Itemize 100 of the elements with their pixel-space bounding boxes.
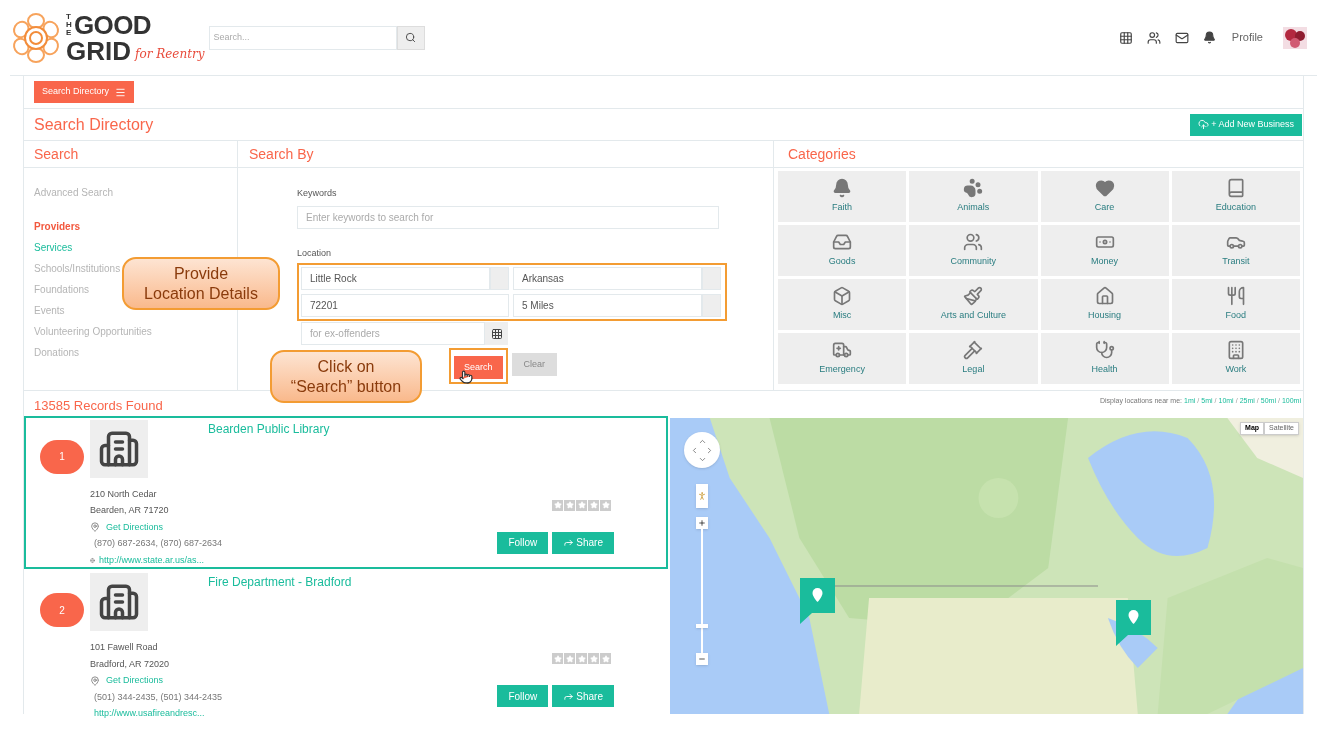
filter-link[interactable]: Volunteering Opportunities <box>34 324 152 345</box>
address-line: Bearden, AR 71720 <box>90 504 170 517</box>
search-directory-button[interactable]: Search Directory <box>34 81 135 103</box>
filter-link[interactable]: Events <box>34 303 65 324</box>
plus-icon <box>698 519 706 527</box>
zoom-out-button[interactable] <box>696 653 708 665</box>
category-tile[interactable]: Transit <box>1171 225 1300 276</box>
cloud-upload-icon <box>1198 119 1210 130</box>
share-button[interactable]: Share <box>552 685 614 707</box>
filter-link[interactable]: Advanced Search <box>34 185 113 206</box>
star-icon <box>588 653 599 664</box>
pin-icon <box>90 675 100 686</box>
filter-link[interactable]: Services <box>34 240 73 261</box>
logo-text: THE <box>66 12 73 37</box>
category-tile[interactable]: Legal <box>909 333 1038 384</box>
search-field[interactable]: Search... <box>208 25 397 50</box>
minus-icon <box>698 655 706 663</box>
category-tile[interactable]: Community <box>909 225 1038 276</box>
radius-field[interactable]: 5 Miles <box>513 294 702 317</box>
paw-icon <box>963 178 984 199</box>
follow-button[interactable]: Follow <box>497 531 549 554</box>
logo-tagline: for Reentry <box>135 47 205 60</box>
map-marker-icon[interactable] <box>800 578 835 624</box>
bell-icon[interactable] <box>1202 31 1216 44</box>
star-icon <box>600 653 611 664</box>
building-icon <box>90 573 148 631</box>
keywords-field[interactable]: Enter keywords to search for <box>297 205 719 229</box>
star-rating[interactable] <box>552 653 611 664</box>
star-rating[interactable] <box>552 499 611 511</box>
category-tile[interactable]: Misc <box>778 279 907 330</box>
chevron-right-icon <box>705 445 714 455</box>
filter-link[interactable]: Donations <box>34 345 80 366</box>
clear-button[interactable]: Clear <box>511 353 558 376</box>
state-field[interactable]: Arkansas <box>513 267 702 290</box>
callout-bubble: Provide Location Details <box>122 257 280 310</box>
result-title[interactable]: Bearden Public Library <box>208 419 666 438</box>
globe-icon <box>90 555 95 565</box>
hand-cursor-icon <box>459 370 473 384</box>
house-icon <box>1094 286 1115 307</box>
logo-text: GRID <box>66 37 131 64</box>
category-tile[interactable]: Work <box>1171 333 1300 384</box>
category-tile[interactable]: Arts and Culture <box>909 279 1038 330</box>
profile-link[interactable]: Profile <box>1231 29 1263 46</box>
directions-link[interactable]: Get Directions <box>106 520 164 534</box>
city-field[interactable]: Little Rock <box>301 267 490 290</box>
menu-icon <box>115 86 127 98</box>
add-business-button[interactable]: + Add New Business <box>1190 113 1302 136</box>
category-tile[interactable]: Care <box>1040 171 1169 222</box>
tag-field[interactable]: for ex-offenders <box>301 322 485 345</box>
filter-link[interactable]: Schools/Institutions <box>34 261 121 282</box>
records-count: 13585 Records Found <box>34 397 164 415</box>
result-card[interactable]: 1 210 North Cedar Bearden, AR 71720 Get Directions (870) 687-2634, (870) 687-2634 http://www.state.ar.us/as... Bearden Public Library Follow Share <box>24 415 668 569</box>
dropdown-toggle[interactable] <box>702 267 721 290</box>
phone-number: (870) 687-2634, (870) 687-2634 <box>94 537 223 550</box>
tray-icon <box>832 232 853 253</box>
category-tile[interactable]: Health <box>1040 333 1169 384</box>
share-button[interactable]: Share <box>552 531 614 554</box>
star-icon <box>552 499 563 511</box>
search-icon <box>405 32 417 43</box>
map-marker-icon[interactable] <box>1116 600 1151 646</box>
website-link[interactable]: http://www.state.ar.us/as... <box>98 553 204 567</box>
filter-link[interactable]: Providers <box>34 219 81 240</box>
category-tile[interactable]: Money <box>1040 225 1169 276</box>
pegman-icon[interactable] <box>696 484 708 508</box>
people-icon[interactable] <box>1146 30 1161 45</box>
category-tile[interactable]: Education <box>1171 171 1300 222</box>
bell-icon <box>832 178 853 199</box>
field-label: Keywords <box>297 187 338 200</box>
people-icon <box>963 232 984 253</box>
dropdown-toggle[interactable] <box>490 267 509 290</box>
paintbrush-icon <box>963 286 984 307</box>
category-tile[interactable]: Faith <box>778 171 907 222</box>
star-icon <box>564 653 575 664</box>
panel-title: Categories <box>788 144 856 164</box>
search-submit-button[interactable]: Search <box>454 356 503 380</box>
result-title[interactable]: Fire Department - Bradford <box>208 573 666 591</box>
zoom-thumb[interactable] <box>696 624 708 629</box>
result-card[interactable]: 2 101 Fawell Road Bradford, AR 72020 Get Directions (501) 344-2435, (501) 344-2435 http://www.usafireandresc... Fire Department - Bradford Follow Share <box>24 569 668 723</box>
field-label: Location <box>297 246 333 260</box>
result-number: 2 <box>40 593 84 627</box>
apps-grid-icon[interactable] <box>1118 30 1133 45</box>
address-line: 101 Fawell Road <box>90 641 159 654</box>
follow-button[interactable]: Follow <box>497 685 549 707</box>
grid-toggle-icon[interactable] <box>485 322 508 345</box>
star-icon <box>576 499 587 511</box>
star-icon <box>576 653 587 664</box>
search-button[interactable] <box>396 25 425 50</box>
dropdown-toggle[interactable] <box>702 294 721 317</box>
category-tile[interactable]: Animals <box>909 171 1038 222</box>
filter-link[interactable]: Foundations <box>34 282 90 303</box>
category-tile[interactable]: Housing <box>1040 279 1169 330</box>
category-tile[interactable]: Emergency <box>778 333 907 384</box>
category-tile[interactable]: Food <box>1171 279 1300 330</box>
mail-icon[interactable] <box>1174 30 1189 45</box>
zoom-in-button[interactable] <box>696 517 708 529</box>
directions-link[interactable]: Get Directions <box>106 674 164 688</box>
website-link[interactable]: http://www.usafireandresc... <box>94 707 205 721</box>
zip-field[interactable]: 72201 <box>301 294 509 317</box>
category-tile[interactable]: Goods <box>778 225 907 276</box>
building-icon <box>90 419 148 478</box>
